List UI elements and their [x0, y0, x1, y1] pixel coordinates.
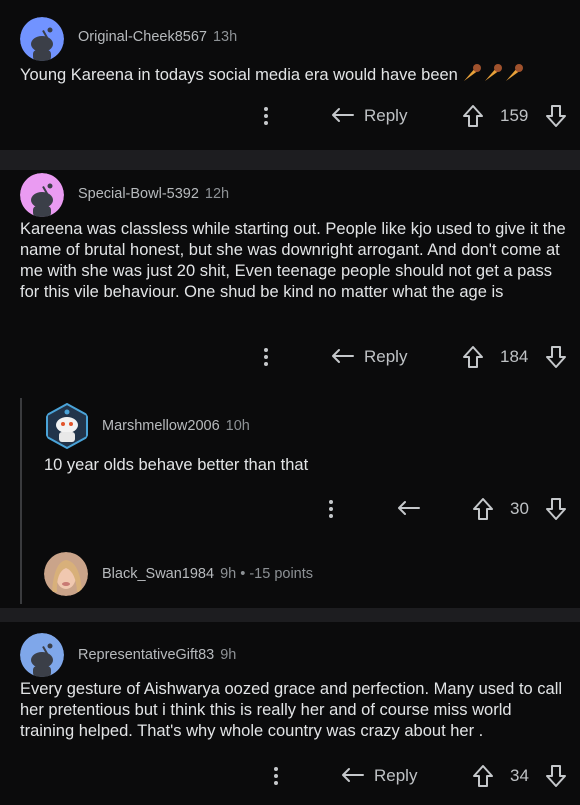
avatar[interactable]: [20, 17, 64, 61]
more-vertical-icon: [264, 107, 268, 125]
comment-meta: Original-Cheek8567 13h: [78, 29, 237, 45]
comment: Original-Cheek8567 13h Young Kareena in t…: [0, 0, 580, 150]
comment-body: Kareena was classless while starting out…: [20, 220, 566, 301]
more-vertical-icon: [264, 348, 268, 366]
username[interactable]: RepresentativeGift83: [78, 647, 214, 663]
comment-actions: Reply 184: [0, 341, 580, 373]
reply-button[interactable]: Reply: [340, 760, 417, 792]
upvote-arrow-icon: [473, 765, 493, 787]
reply-label: Reply: [364, 347, 408, 366]
comment-body: Young Kareena in todays social media era…: [20, 63, 565, 89]
score: 34: [510, 766, 529, 785]
reply-label: Reply: [374, 766, 418, 785]
comment-text: Young Kareena in todays social media era…: [20, 66, 458, 84]
username[interactable]: Marshmellow2006: [102, 418, 220, 434]
reply-arrow-icon: [398, 501, 420, 515]
more-options-button[interactable]: [268, 760, 284, 792]
username[interactable]: Original-Cheek8567: [78, 29, 207, 45]
comment-actions: Reply 34: [0, 760, 580, 792]
upvote-arrow-icon: [463, 105, 483, 127]
upvote-arrow-icon: [473, 498, 493, 520]
reply-arrow-icon: [332, 108, 354, 122]
comment-meta: Special-Bowl-5392 12h: [78, 186, 229, 202]
timestamp: 9h: [220, 566, 237, 582]
reply-button[interactable]: Reply: [330, 341, 407, 373]
timestamp: 13h: [212, 29, 238, 45]
comet-emoji: [462, 63, 526, 89]
reply-label: Reply: [364, 106, 408, 125]
comment-meta: Marshmellow2006 10h: [102, 418, 250, 434]
comment-actions: Reply 159: [0, 100, 580, 132]
more-options-button[interactable]: [258, 341, 274, 373]
avatar[interactable]: [20, 173, 64, 217]
downvote-button[interactable]: [545, 760, 567, 792]
score: 30: [510, 499, 529, 518]
downvote-button[interactable]: [545, 493, 567, 525]
timestamp: 10h: [225, 418, 250, 434]
upvote-button[interactable]: [472, 493, 494, 525]
downvote-arrow-icon: [546, 765, 566, 787]
more-options-button[interactable]: [258, 100, 274, 132]
more-vertical-icon: [329, 500, 333, 518]
comment-actions: 30: [0, 493, 580, 525]
downvote-arrow-icon: [546, 105, 566, 127]
reply-button[interactable]: Reply: [330, 100, 407, 132]
points: • -15 points: [240, 566, 314, 582]
username[interactable]: Special-Bowl-5392: [78, 186, 199, 202]
timestamp: 12h: [204, 186, 230, 202]
downvote-button[interactable]: [545, 100, 567, 132]
comment-separator: [0, 608, 580, 622]
comment-meta: Black_Swan1984 9h • -15 points: [102, 566, 313, 582]
comment: RepresentativeGift83 9h Every gesture of …: [0, 622, 580, 805]
more-vertical-icon: [274, 767, 278, 785]
comment: Special-Bowl-5392 12h Kareena was classle…: [0, 170, 580, 608]
score: 184: [500, 347, 529, 366]
comment-body: 10 year olds behave better than that: [44, 456, 309, 474]
comment-body: Every gesture of Aishwarya oozed grace a…: [20, 680, 563, 740]
upvote-button[interactable]: [462, 100, 484, 132]
username[interactable]: Black_Swan1984: [102, 566, 214, 582]
timestamp: 9h: [220, 647, 237, 663]
comment-separator: [0, 150, 580, 170]
reply-arrow-icon: [342, 768, 364, 782]
reply-arrow-icon: [332, 349, 354, 363]
comment-meta: RepresentativeGift83 9h: [78, 647, 236, 663]
score: 159: [500, 106, 529, 125]
avatar[interactable]: [44, 403, 90, 449]
upvote-button[interactable]: [472, 760, 494, 792]
downvote-arrow-icon: [546, 498, 566, 520]
downvote-arrow-icon: [546, 346, 566, 368]
upvote-button[interactable]: [462, 341, 484, 373]
more-options-button[interactable]: [323, 493, 339, 525]
avatar[interactable]: [44, 552, 88, 596]
downvote-button[interactable]: [545, 341, 567, 373]
reply-button[interactable]: [396, 493, 422, 525]
avatar[interactable]: [20, 633, 64, 677]
upvote-arrow-icon: [463, 346, 483, 368]
